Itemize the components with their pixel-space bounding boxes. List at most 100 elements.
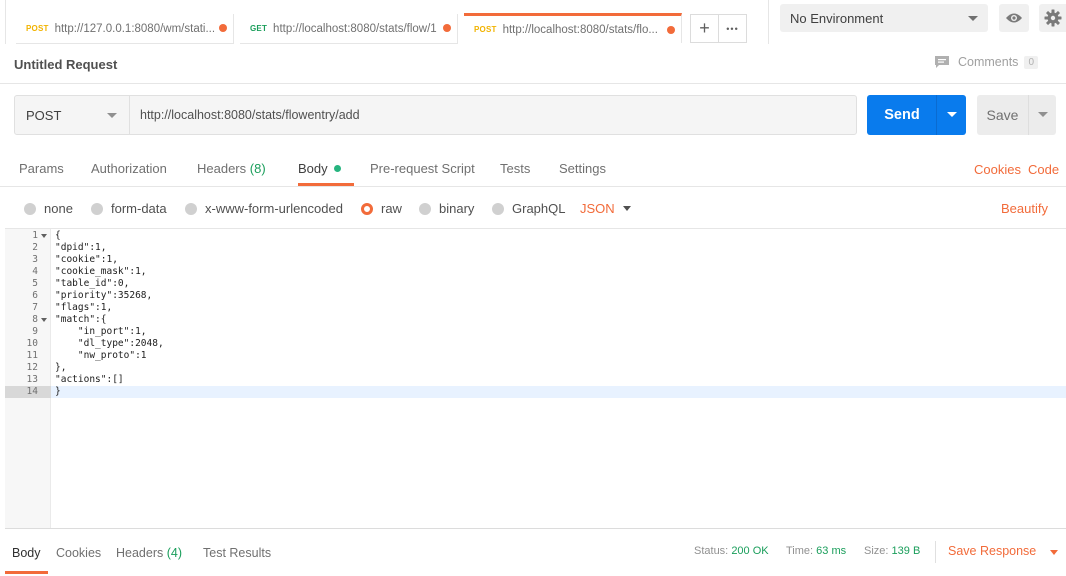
code-line[interactable]: 2 "dpid":1,	[5, 242, 1066, 254]
code-editor[interactable]: 1{2 "dpid":1, 3 "cookie":1, 4 "cookie_mask":1…	[5, 228, 1066, 529]
request-tab-3-active[interactable]: POST http://localhost:8080/stats/flo...	[464, 13, 682, 43]
radio-binary[interactable]: binary	[419, 201, 474, 216]
size-readout: Size: 139 B	[864, 545, 920, 557]
request-title[interactable]: Untitled Request	[14, 57, 117, 72]
chevron-down-icon	[107, 113, 117, 118]
beautify-link[interactable]: Beautify	[1001, 201, 1048, 216]
response-tab-headers[interactable]: Headers (4)	[116, 546, 182, 560]
body-indicator-dot-icon	[333, 165, 341, 172]
tab-url: http://127.0.0.1:8080/wm/stati...	[54, 22, 216, 35]
add-tab-button[interactable]: +	[690, 14, 719, 43]
response-tab-cookies[interactable]: Cookies	[56, 546, 101, 560]
tab-body[interactable]: Body	[298, 161, 341, 176]
comments-label: Comments	[958, 55, 1019, 69]
code-line[interactable]: 5 "table_id":0,	[5, 278, 1066, 290]
environment-settings-button[interactable]	[1039, 4, 1066, 32]
save-response-button[interactable]: Save Response	[948, 544, 1058, 558]
environment-quick-look-button[interactable]	[999, 4, 1029, 32]
more-tabs-button[interactable]: •••	[718, 14, 747, 43]
code-text: "match":{	[55, 314, 107, 325]
code-line[interactable]: 7 "flags":1,	[5, 302, 1066, 314]
eye-icon	[1006, 13, 1022, 23]
code-line[interactable]: 12},	[5, 362, 1066, 374]
code-line[interactable]: 4 "cookie_mask":1,	[5, 266, 1066, 278]
radio-urlencoded[interactable]: x-www-form-urlencoded	[185, 201, 343, 216]
code-line[interactable]: 3 "cookie":1,	[5, 254, 1066, 266]
code-line[interactable]: 1{	[5, 230, 1066, 242]
code-text: },	[55, 362, 67, 373]
code-link[interactable]: Code	[1028, 162, 1059, 177]
fold-caret-icon[interactable]	[41, 318, 47, 322]
comments-button[interactable]: Comments 0	[934, 55, 1038, 69]
save-button[interactable]: Save	[977, 95, 1028, 135]
size-value: 139 B	[891, 545, 921, 557]
radio-circle-icon	[185, 202, 197, 215]
tab-settings[interactable]: Settings	[559, 161, 606, 176]
response-bar: Body Cookies Headers (4) Test Results St…	[5, 528, 1066, 576]
radio-graphql[interactable]: GraphQL	[492, 201, 565, 216]
environment-label: No Environment	[790, 10, 884, 26]
response-tab-body[interactable]: Body	[12, 546, 41, 560]
line-number: 3	[32, 254, 38, 265]
code-text: {	[55, 230, 61, 241]
tab-prerequest-script[interactable]: Pre-request Script	[370, 161, 475, 176]
code-line[interactable]: 9 "in_port":1,	[5, 326, 1066, 338]
code-line[interactable]: 14}	[5, 386, 1066, 398]
code-text: "dl_type":2048,	[55, 338, 164, 349]
time-value: 63 ms	[816, 545, 847, 557]
code-line[interactable]: 6 "priority":35268,	[5, 290, 1066, 302]
request-section-tabs: Params Authorization Headers (8) Body Pr…	[0, 150, 1066, 187]
tab-authorization[interactable]: Authorization	[91, 161, 167, 176]
tab-headers[interactable]: Headers (8)	[197, 161, 266, 176]
chevron-down-icon	[968, 16, 978, 21]
radio-none[interactable]: none	[24, 201, 73, 216]
method-select[interactable]: POST	[14, 95, 130, 135]
code-line[interactable]: 13 "actions":[]	[5, 374, 1066, 386]
environment-select[interactable]: No Environment	[780, 4, 988, 32]
time-readout: Time: 63 ms	[786, 545, 846, 557]
code-text: "flags":1,	[55, 302, 113, 313]
code-text: "priority":35268,	[55, 290, 153, 301]
code-line[interactable]: 11 "nw_proto":1	[5, 350, 1066, 362]
tab-method: POST	[474, 25, 497, 34]
line-number: 14	[5, 386, 51, 398]
method-label: POST	[26, 107, 62, 123]
code-text: "table_id":0,	[55, 278, 130, 289]
radio-label: GraphQL	[512, 201, 566, 216]
radio-circle-icon	[419, 202, 431, 215]
line-number: 12	[26, 362, 38, 373]
send-options-button[interactable]	[936, 95, 966, 135]
headers-count: (8)	[249, 161, 266, 176]
tab-bar-gutter	[0, 0, 6, 44]
code-text: "in_port":1,	[55, 326, 147, 337]
radio-label: binary	[439, 201, 475, 216]
code-text: "cookie":1,	[55, 254, 118, 265]
code-line[interactable]: 10 "dl_type":2048,	[5, 338, 1066, 350]
request-tab-1[interactable]: POST http://127.0.0.1:8080/wm/stati...	[16, 14, 234, 44]
code-line[interactable]: 8 "match":{	[5, 314, 1066, 326]
fold-caret-icon[interactable]	[41, 234, 47, 238]
tab-tests[interactable]: Tests	[500, 161, 530, 176]
unsaved-dot-icon	[443, 24, 451, 32]
response-headers-label: Headers	[116, 546, 164, 560]
unsaved-dot-icon	[219, 24, 227, 32]
code-text: "actions":[]	[55, 374, 124, 385]
radio-form-data[interactable]: form-data	[91, 201, 167, 216]
line-number: 6	[32, 290, 38, 301]
chevron-down-icon	[947, 112, 957, 117]
format-select[interactable]: JSON	[580, 201, 631, 216]
send-button[interactable]: Send	[867, 95, 937, 135]
line-number: 8	[32, 314, 38, 325]
status-label: Status:	[694, 545, 729, 557]
cookies-link[interactable]: Cookies	[974, 162, 1021, 177]
code-text: }	[55, 386, 61, 397]
tab-params[interactable]: Params	[19, 161, 64, 176]
request-tab-2[interactable]: GET http://localhost:8080/stats/flow/1	[240, 14, 458, 44]
line-number: 4	[32, 266, 38, 277]
url-input[interactable]: http://localhost:8080/stats/flowentry/ad…	[129, 95, 857, 135]
radio-raw-selected[interactable]: raw	[361, 201, 402, 216]
response-tab-test-results[interactable]: Test Results	[203, 546, 271, 560]
save-options-button[interactable]	[1028, 95, 1056, 135]
tab-method: GET	[250, 24, 268, 33]
status-value: 200 OK	[731, 545, 769, 557]
